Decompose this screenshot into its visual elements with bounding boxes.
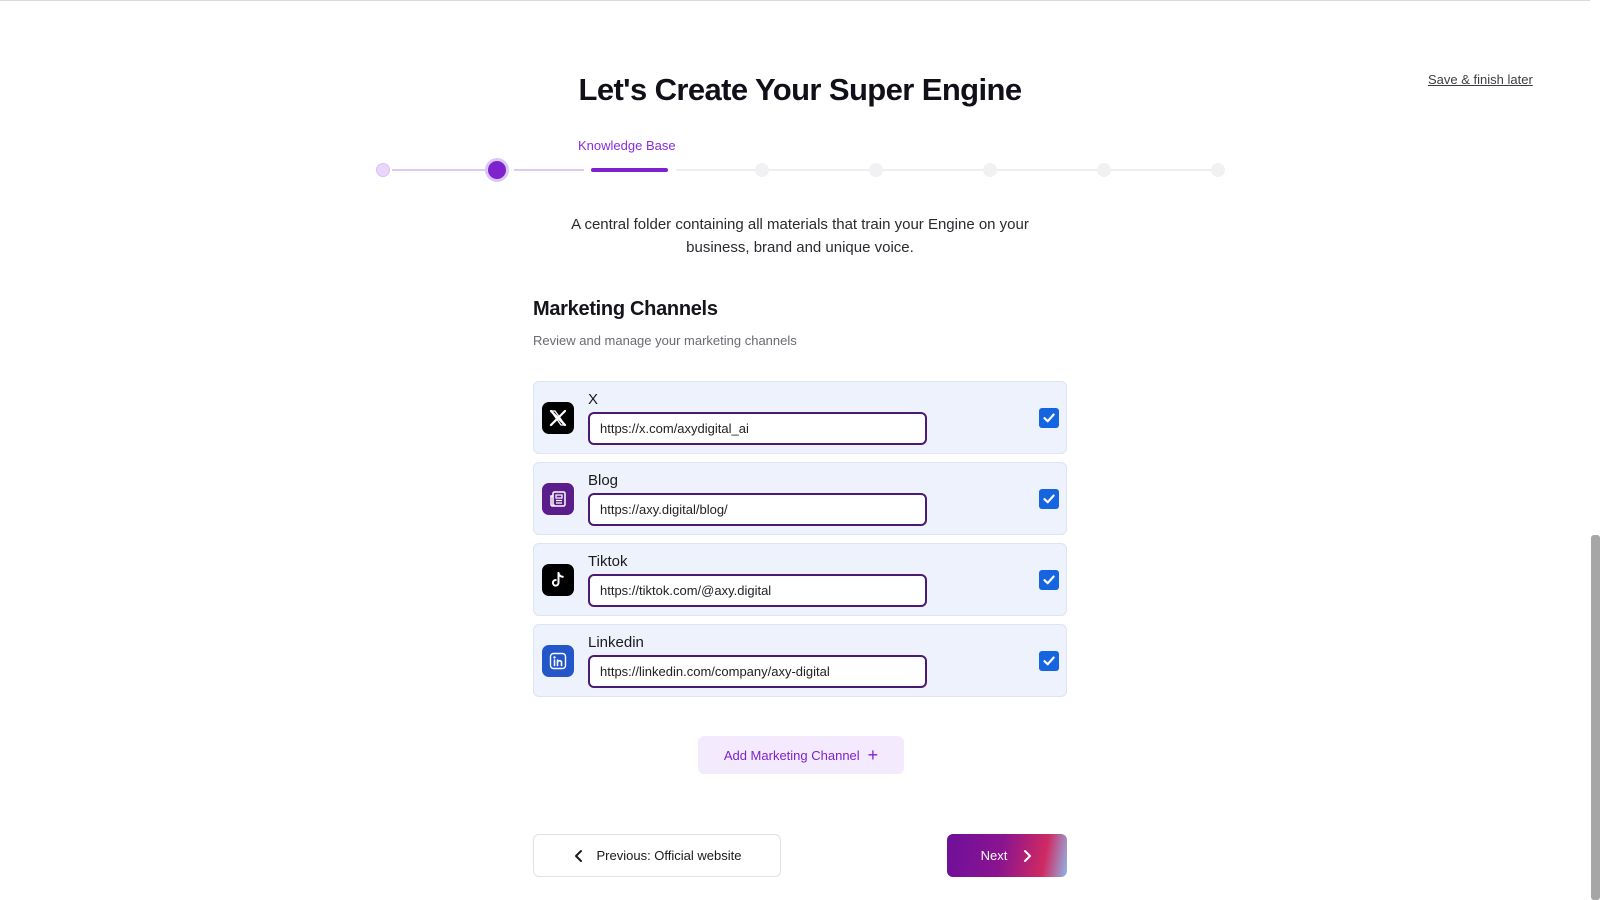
x-logo-icon: [542, 402, 574, 434]
channel-checkbox[interactable]: [1039, 570, 1059, 590]
newspaper-icon: [542, 483, 574, 515]
previous-button[interactable]: Previous: Official website: [533, 834, 781, 877]
channel-row-linkedin: Linkedin: [533, 624, 1067, 697]
channel-checkbox[interactable]: [1039, 408, 1059, 428]
next-button-label: Next: [980, 848, 1008, 863]
progress-stepper: Knowledge Base: [0, 130, 1600, 190]
next-button[interactable]: Next: [947, 834, 1067, 877]
step-dot[interactable]: [983, 163, 997, 177]
step-dot[interactable]: [1211, 163, 1225, 177]
current-step-label: Knowledge Base: [578, 138, 676, 153]
stepper-connector: [997, 169, 1097, 171]
channel-url-input[interactable]: [588, 574, 927, 607]
step-dot-completed[interactable]: [376, 163, 390, 177]
section-subtitle: Review and manage your marketing channel…: [533, 333, 797, 348]
channel-url-input[interactable]: [588, 493, 927, 526]
step-description: A central folder containing all material…: [571, 216, 1029, 256]
step-dot[interactable]: [869, 163, 883, 177]
previous-button-label: Previous: Official website: [596, 848, 742, 863]
channel-checkbox[interactable]: [1039, 489, 1059, 509]
stepper-connector: [392, 169, 498, 171]
channel-checkbox[interactable]: [1039, 651, 1059, 671]
stepper-connector: [514, 169, 584, 171]
channel-name: Linkedin: [588, 634, 644, 651]
channel-url-input[interactable]: [588, 412, 927, 445]
channel-url-input[interactable]: [588, 655, 927, 688]
step-dot[interactable]: [1097, 163, 1111, 177]
channel-name: X: [588, 391, 599, 408]
step-dot-current[interactable]: [488, 161, 506, 179]
channel-name: Tiktok: [588, 553, 628, 570]
stepper-connector: [883, 169, 983, 171]
channel-row-blog: Blog: [533, 462, 1067, 535]
stepper-connector: [1111, 169, 1211, 171]
add-marketing-channel-button[interactable]: Add Marketing Channel +: [698, 736, 904, 774]
channel-name: Blog: [588, 472, 619, 489]
channel-row-tiktok: Tiktok: [533, 543, 1067, 616]
top-divider: [0, 0, 1600, 1]
linkedin-icon: [542, 645, 574, 677]
plus-icon: +: [867, 745, 879, 765]
stepper-connector: [769, 169, 869, 171]
stepper-connector: [676, 169, 756, 171]
chevron-left-icon: [574, 849, 582, 862]
step-dot[interactable]: [755, 163, 769, 177]
scrollbar-thumb[interactable]: [1591, 535, 1600, 900]
stepper-active-segment: [591, 168, 668, 172]
page-title: Let's Create Your Super Engine: [578, 72, 1022, 107]
tiktok-icon: [542, 564, 574, 596]
chevron-right-icon: [1024, 849, 1032, 862]
add-button-label: Add Marketing Channel: [723, 747, 860, 763]
section-title: Marketing Channels: [533, 298, 718, 320]
channel-row-x: X: [533, 381, 1067, 454]
